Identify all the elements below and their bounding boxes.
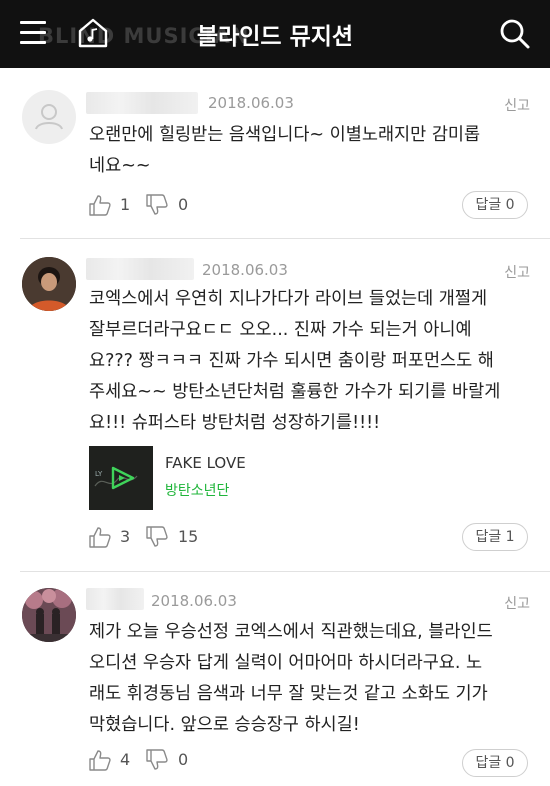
app-header: BLIND MUSICIAN 블라인드 뮤지션	[0, 0, 550, 68]
comment-text: 오랜만에 힐링받는 음색입니다~ 이별노래지만 감미롭 네요~~	[89, 120, 534, 182]
like-button[interactable]: 1	[88, 193, 134, 217]
comment-date: 2018.06.03	[208, 94, 294, 112]
comment-line: 잘부르더라구요ㄷㄷ 오오... 진짜 가수 되는거 아니예	[89, 320, 472, 340]
blurred-username	[86, 92, 198, 114]
report-link[interactable]: 신고	[504, 262, 530, 282]
page-title: 블라인드 뮤지션	[196, 24, 354, 50]
comment-item: 2018.06.03 신고 코엑스에서 우연히 지나가다가 라이브 들었는데 개…	[0, 239, 550, 571]
like-count: 1	[120, 195, 131, 214]
album-cover: LY	[89, 446, 153, 510]
dislike-button[interactable]: 15	[145, 525, 205, 549]
comment-item: 2018.06.03 신고 제가 오늘 우승선정 코엑스에서 직관했는데요, 블…	[0, 572, 550, 786]
user-avatar	[22, 588, 76, 642]
reply-button[interactable]: 답글 0	[462, 191, 528, 219]
comment-line: 막혔습니다. 앞으로 승승장구 하시길!	[89, 715, 360, 735]
comment-date: 2018.06.03	[151, 592, 237, 610]
song-title: FAKE LOVE	[165, 454, 246, 472]
like-count: 4	[120, 750, 131, 769]
dislike-button[interactable]: 0	[145, 748, 191, 772]
user-avatar	[22, 257, 76, 311]
comment-text: 코엑스에서 우연히 지나가다가 라이브 들었는데 개쩔게 잘부르더라구요ㄷㄷ 오…	[89, 284, 534, 439]
thumbs-up-icon	[89, 750, 111, 771]
blurred-username	[86, 258, 194, 280]
comment-line: 주세요~~ 방탄소년단처럼 훌륭한 가수가 되기를 바랄게	[89, 382, 501, 402]
reply-button[interactable]: 답글 0	[462, 749, 528, 777]
song-card[interactable]: LY FAKE LOVE 방탄소년단	[89, 446, 389, 512]
blurred-username	[86, 588, 144, 610]
report-link[interactable]: 신고	[504, 95, 530, 115]
default-avatar-icon	[22, 90, 76, 144]
thumbs-up-icon	[89, 527, 111, 548]
comment-item: 2018.06.03 신고 오랜만에 힐링받는 음색입니다~ 이별노래지만 감미…	[0, 68, 550, 238]
thumbs-down-icon	[146, 749, 168, 770]
song-artist: 방탄소년단	[165, 483, 230, 499]
comment-line: 네요~~	[89, 156, 151, 176]
comment-date: 2018.06.03	[202, 261, 288, 279]
like-button[interactable]: 3	[88, 525, 134, 549]
reply-button[interactable]: 답글 1	[462, 523, 528, 551]
like-button[interactable]: 4	[88, 748, 134, 772]
comment-line: 코엑스에서 우연히 지나가다가 라이브 들었는데 개쩔게	[89, 289, 488, 309]
report-link[interactable]: 신고	[504, 593, 530, 613]
dislike-button[interactable]: 0	[145, 193, 191, 217]
comment-text: 제가 오늘 우승선정 코엑스에서 직관했는데요, 블라인드 오디션 우승자 답게…	[89, 617, 534, 741]
comment-line: 요!!! 슈퍼스타 방탄처럼 성장하기를!!!!	[89, 413, 381, 433]
thumbs-up-icon	[89, 195, 111, 216]
dislike-count: 15	[178, 527, 199, 546]
dislike-count: 0	[178, 195, 189, 214]
svg-text:LY: LY	[95, 470, 103, 478]
comment-line: 요??? 짱ㅋㅋㅋ 진짜 가수 되시면 춤이랑 퍼포먼스도 해	[89, 351, 494, 371]
like-count: 3	[120, 527, 131, 546]
comment-line: 오디션 우승자 답게 실력이 어마어마 하시더라구요. 노	[89, 653, 483, 673]
dislike-count: 0	[178, 750, 189, 769]
thumbs-down-icon	[146, 526, 168, 547]
comment-line: 제가 오늘 우승선정 코엑스에서 직관했는데요, 블라인드	[89, 622, 493, 642]
thumbs-down-icon	[146, 194, 168, 215]
comment-line: 오랜만에 힐링받는 음색입니다~ 이별노래지만 감미롭	[89, 125, 481, 145]
search-icon[interactable]	[499, 18, 531, 50]
comment-line: 래도 휘경동님 음색과 너무 잘 맞는것 같고 소화도 기가	[89, 684, 488, 704]
